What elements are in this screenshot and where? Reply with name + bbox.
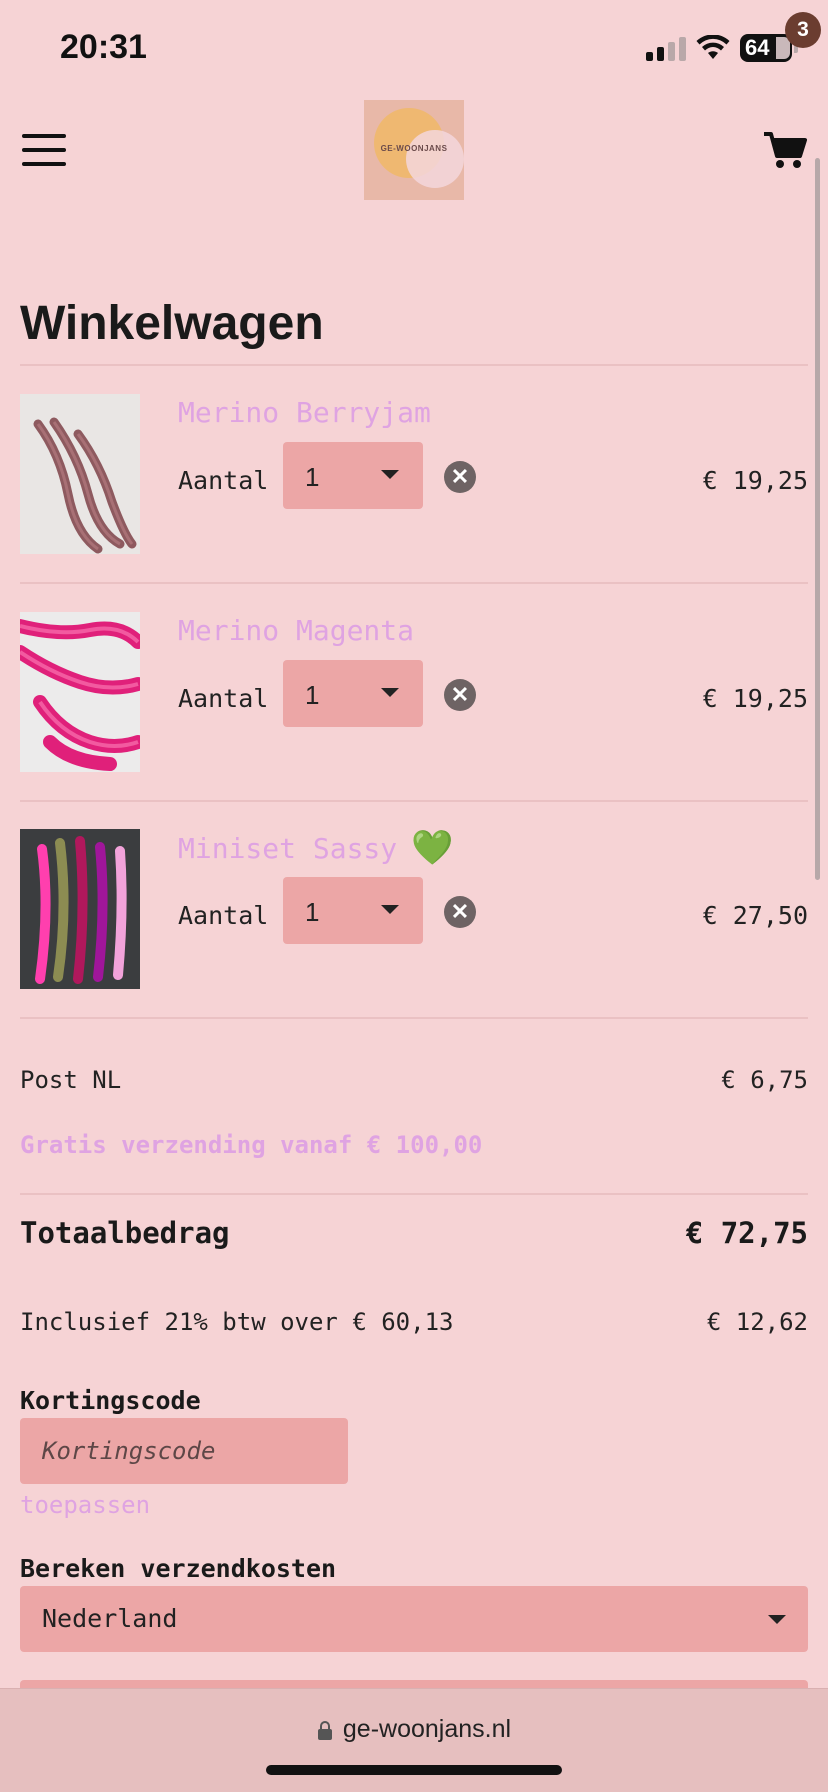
chevron-down-icon (381, 688, 399, 697)
cellular-signal-icon (646, 35, 686, 61)
shipping-method: Post NL (20, 1066, 122, 1094)
url-text: ge-woonjans.nl (342, 1715, 512, 1743)
item-price: € 19,25 (702, 466, 808, 495)
cart-icon[interactable] (762, 130, 808, 170)
coupon-input[interactable] (20, 1418, 348, 1484)
quantity-select[interactable]: 1 (283, 660, 423, 727)
item-price: € 27,50 (702, 901, 808, 930)
wifi-icon (696, 35, 730, 59)
remove-item-button[interactable]: ✕ (444, 679, 476, 711)
quantity-value: 1 (305, 680, 320, 710)
product-name-link[interactable]: Merino Berryjam (178, 396, 431, 429)
remove-item-button[interactable]: ✕ (444, 896, 476, 928)
close-icon: ✕ (450, 682, 470, 707)
quantity-label: Aantal (178, 466, 269, 495)
status-time: 20:31 (60, 28, 147, 66)
cart-count-badge: 3 (785, 12, 821, 48)
product-name-link[interactable]: Miniset Sassy 💚 (178, 831, 454, 865)
browser-url-bar[interactable]: ge-woonjans.nl (0, 1688, 828, 1792)
url-display[interactable]: ge-woonjans.nl (0, 1715, 828, 1744)
remove-item-button[interactable]: ✕ (444, 461, 476, 493)
shipping-cost: € 6,75 (721, 1066, 808, 1094)
product-image-berryjam[interactable] (20, 394, 140, 554)
quantity-label: Aantal (178, 684, 269, 713)
site-logo[interactable]: GE-WOONJANS (364, 100, 464, 200)
chevron-down-icon (381, 470, 399, 479)
coupon-label: Kortingscode (20, 1386, 201, 1415)
chevron-down-icon (381, 905, 399, 914)
logo-text: GE-WOONJANS (380, 144, 448, 153)
quantity-value: 1 (305, 897, 320, 927)
total-label: Totaalbedrag (20, 1216, 230, 1250)
product-name-link[interactable]: Merino Magenta (178, 614, 414, 647)
product-name[interactable]: Merino Berryjam (178, 396, 431, 429)
site-header: GE-WOONJANS (0, 100, 828, 200)
free-shipping-note: Gratis verzending vanaf € 100,00 (20, 1131, 483, 1159)
status-icons: 64 (646, 34, 798, 62)
product-name[interactable]: Miniset Sassy (178, 832, 397, 865)
quantity-select[interactable]: 1 (283, 877, 423, 944)
cart-item: Merino Berryjam Aantal 1 ✕ € 19,25 (0, 366, 828, 584)
quantity-value: 1 (305, 462, 320, 492)
vat-label: Inclusief 21% btw over € 60,13 (20, 1308, 454, 1336)
close-icon: ✕ (450, 464, 470, 489)
cart-item: Merino Magenta Aantal 1 ✕ € 19,25 (0, 584, 828, 802)
green-heart-icon: 💚 (411, 828, 454, 868)
cart-item: Miniset Sassy 💚 Aantal 1 ✕ € 27,50 (0, 801, 828, 1019)
divider (20, 1193, 808, 1195)
page-title: Winkelwagen (20, 297, 324, 350)
total-value: € 72,75 (685, 1216, 808, 1250)
product-name[interactable]: Merino Magenta (178, 614, 414, 647)
home-indicator[interactable] (266, 1765, 562, 1775)
shipping-calc-label: Bereken verzendkosten (20, 1554, 337, 1583)
country-value: Nederland (42, 1604, 178, 1633)
product-image-magenta[interactable] (20, 612, 140, 772)
item-price: € 19,25 (702, 684, 808, 713)
apply-coupon-link[interactable]: toepassen (20, 1491, 150, 1519)
lock-icon (317, 1720, 332, 1740)
close-icon: ✕ (450, 899, 470, 924)
quantity-label: Aantal (178, 901, 269, 930)
battery-level: 64 (745, 35, 770, 60)
vat-value: € 12,62 (706, 1308, 808, 1336)
quantity-select[interactable]: 1 (283, 442, 423, 509)
status-bar: 20:31 64 (0, 0, 828, 100)
menu-icon[interactable] (22, 134, 66, 166)
battery-icon: 64 (740, 34, 792, 62)
country-select[interactable]: Nederland (20, 1586, 808, 1652)
product-image-miniset-sassy[interactable] (20, 829, 140, 989)
chevron-down-icon (768, 1615, 786, 1624)
divider (20, 1017, 808, 1019)
